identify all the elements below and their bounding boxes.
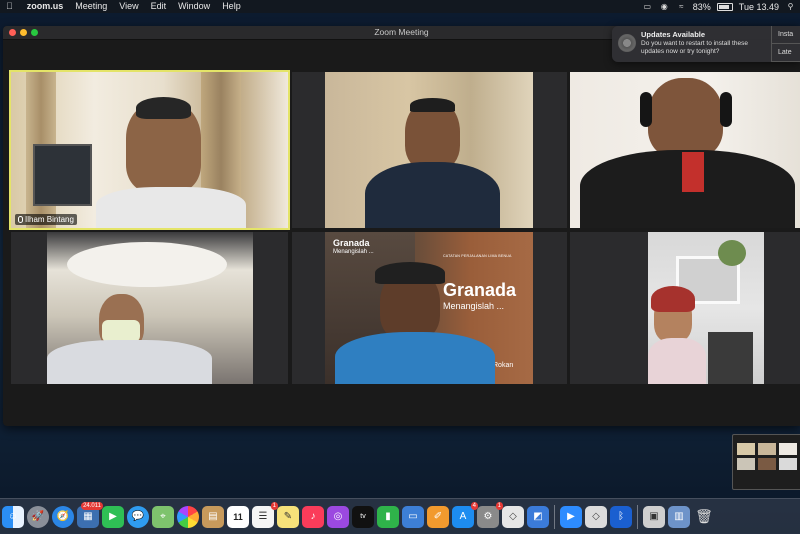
menu-help[interactable]: Help [216, 0, 247, 13]
later-button[interactable]: Late [772, 44, 800, 62]
zoom-icon[interactable]: ▶ [560, 505, 582, 528]
zoom-meeting-window: Zoom Meeting Ilham Bintang Granada Menan… [3, 26, 800, 426]
spotlight-search-icon[interactable]: ⚲ [785, 2, 796, 11]
video-tile-2[interactable] [292, 72, 567, 228]
dock-badge: 24.011 [81, 501, 103, 510]
participant-video [648, 232, 764, 384]
book-big-subtitle: Menangislah ... [443, 301, 505, 311]
dock: ☺ 🚀 🧭 24.011 ▦ ▶ 💬 ⌖ ▤ 11 1 ☰ ✎ ♪ ◎ tv ▮ ▭… [0, 498, 800, 534]
menu-bar:  zoom.us Meeting View Edit Window Help … [0, 0, 800, 13]
podcasts-icon[interactable]: ◎ [327, 505, 349, 528]
notification-title: Updates Available [641, 30, 706, 39]
pages-icon[interactable]: ✐ [427, 505, 449, 528]
cube-app-icon[interactable]: ◇ [585, 505, 607, 528]
update-notification[interactable]: Updates Available Do you want to restart… [612, 26, 800, 62]
finder-icon[interactable]: ☺ [2, 505, 24, 528]
participant-video [11, 72, 288, 228]
system-settings-icon[interactable]: 1 ⚙ [477, 501, 503, 528]
book-series: CATATAN PERJALANAN LIMA BENUA [443, 254, 512, 258]
video-tile-5[interactable]: Granada Menangislah ... CATATAN PERJALAN… [292, 232, 567, 384]
bluetooth-icon[interactable]: ᛒ [610, 505, 632, 528]
calendar-day: 11 [233, 511, 243, 522]
messages-icon[interactable]: 💬 [127, 505, 149, 528]
trash-icon[interactable]: 🗑 [693, 506, 715, 528]
dock-separator [554, 504, 555, 529]
photos-preview-icon[interactable]: 24.011 ▦ [77, 501, 103, 528]
calendar-icon[interactable]: 11 [227, 505, 249, 528]
participant-figure [648, 78, 723, 158]
window-thumbnail[interactable] [732, 434, 800, 490]
music-icon[interactable]: ♪ [302, 505, 324, 528]
video-tile-3[interactable] [570, 72, 800, 228]
book-small-title: Granada [333, 238, 370, 248]
apple-icon[interactable]:  [0, 0, 19, 13]
numbers-icon[interactable]: ▮ [377, 505, 399, 528]
photos-icon[interactable] [177, 505, 199, 528]
screen-mirror-icon[interactable]: ▭ [642, 2, 653, 11]
facetime-icon[interactable]: ▶ [102, 505, 124, 528]
participant-name: Ilham Bintang [25, 215, 74, 224]
book-author: Rokan [493, 362, 514, 369]
maps-icon[interactable]: ⌖ [152, 505, 174, 528]
video-tile-6[interactable] [570, 232, 800, 384]
participant-video [570, 72, 800, 228]
menu-edit[interactable]: Edit [145, 0, 173, 13]
menu-clock[interactable]: Tue 13.49 [739, 2, 779, 12]
video-tile-4[interactable] [11, 232, 288, 384]
menu-app-name[interactable]: zoom.us [19, 0, 70, 13]
focus-icon[interactable]: ◉ [659, 2, 670, 11]
menu-meeting[interactable]: Meeting [69, 0, 113, 13]
participant-video [47, 232, 253, 384]
apple-tv-icon[interactable]: tv [352, 505, 374, 528]
book-small-subtitle: Menangislah ... [333, 249, 374, 255]
safari-icon[interactable]: 🧭 [52, 505, 74, 528]
keynote-icon[interactable]: ▭ [402, 505, 424, 528]
launchpad-icon[interactable]: 🚀 [27, 505, 49, 528]
participant-video: Granada Menangislah ... CATATAN PERJALAN… [325, 232, 533, 384]
microphone-icon [18, 216, 23, 223]
battery-icon[interactable] [716, 2, 733, 11]
notes-book-icon[interactable]: ▤ [202, 505, 224, 528]
battery-percent[interactable]: 83% [693, 2, 711, 12]
minimized-window-icon[interactable]: ▣ [643, 505, 665, 528]
notification-body: Do you want to restart to install these … [641, 40, 748, 55]
notes-icon[interactable]: ✎ [277, 505, 299, 528]
dock-separator [637, 504, 638, 529]
video-tile-1[interactable]: Ilham Bintang [9, 70, 290, 230]
book-big-title: Granada [443, 280, 517, 300]
participant-video [325, 72, 533, 228]
menu-view[interactable]: View [113, 0, 144, 13]
participant-name-badge: Ilham Bintang [15, 214, 77, 225]
xcode-blueprint-icon[interactable]: ◩ [527, 505, 549, 528]
menu-window[interactable]: Window [172, 0, 216, 13]
cube-app-icon[interactable]: ◇ [502, 505, 524, 528]
reminders-icon[interactable]: 1 ☰ [252, 501, 278, 528]
install-button[interactable]: Insta [772, 26, 800, 44]
system-preferences-icon [618, 34, 636, 52]
app-store-icon[interactable]: 4A [452, 501, 478, 528]
wifi-icon[interactable]: ≈ [676, 2, 687, 11]
downloads-stack-icon[interactable]: ▥ [668, 505, 690, 528]
